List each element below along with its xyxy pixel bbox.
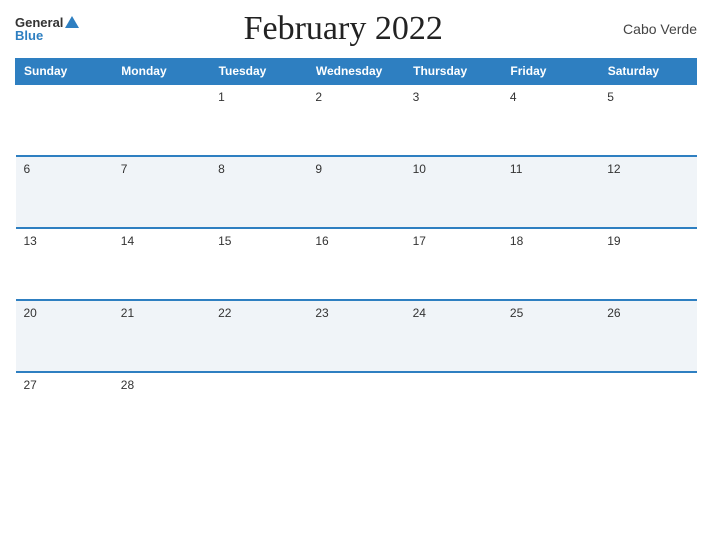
day-number: 2: [315, 90, 322, 104]
day-number: 20: [24, 306, 37, 320]
day-number: 17: [413, 234, 426, 248]
day-number: 9: [315, 162, 322, 176]
day-number: 28: [121, 378, 134, 392]
day-number: 13: [24, 234, 37, 248]
logo: General Blue: [15, 16, 79, 42]
calendar-day-11: 11: [502, 156, 599, 228]
day-number: 16: [315, 234, 328, 248]
calendar-day-6: 6: [16, 156, 113, 228]
calendar-empty-cell: [405, 372, 502, 444]
calendar-day-22: 22: [210, 300, 307, 372]
weekday-header-sunday: Sunday: [16, 59, 113, 85]
calendar-day-5: 5: [599, 84, 696, 156]
calendar-day-4: 4: [502, 84, 599, 156]
day-number: 1: [218, 90, 225, 104]
day-number: 11: [510, 162, 522, 176]
weekday-header-monday: Monday: [113, 59, 210, 85]
calendar-day-21: 21: [113, 300, 210, 372]
calendar-day-7: 7: [113, 156, 210, 228]
weekday-header-friday: Friday: [502, 59, 599, 85]
day-number: 7: [121, 162, 128, 176]
calendar-day-16: 16: [307, 228, 404, 300]
calendar-empty-cell: [307, 372, 404, 444]
logo-blue-text: Blue: [15, 29, 43, 42]
weekday-header-thursday: Thursday: [405, 59, 502, 85]
calendar-empty-cell: [16, 84, 113, 156]
month-title: February 2022: [79, 10, 607, 48]
logo-triangle-icon: [65, 16, 79, 28]
day-number: 25: [510, 306, 523, 320]
day-number: 18: [510, 234, 523, 248]
calendar-day-12: 12: [599, 156, 696, 228]
weekday-header-saturday: Saturday: [599, 59, 696, 85]
calendar-day-23: 23: [307, 300, 404, 372]
calendar-empty-cell: [599, 372, 696, 444]
calendar-day-13: 13: [16, 228, 113, 300]
day-number: 4: [510, 90, 517, 104]
day-number: 22: [218, 306, 231, 320]
calendar-day-17: 17: [405, 228, 502, 300]
calendar-week-row: 20 21 22 23 24 25 26: [16, 300, 697, 372]
calendar-week-row: 13 14 15 16 17 18 19: [16, 228, 697, 300]
day-number: 27: [24, 378, 37, 392]
day-number: 14: [121, 234, 134, 248]
calendar-day-14: 14: [113, 228, 210, 300]
calendar-day-25: 25: [502, 300, 599, 372]
calendar-day-8: 8: [210, 156, 307, 228]
calendar-day-3: 3: [405, 84, 502, 156]
calendar-day-20: 20: [16, 300, 113, 372]
day-number: 8: [218, 162, 225, 176]
calendar-week-row: 27 28: [16, 372, 697, 444]
calendar-container: General Blue February 2022 Cabo Verde Su…: [0, 0, 712, 550]
calendar-day-28: 28: [113, 372, 210, 444]
calendar-day-1: 1: [210, 84, 307, 156]
day-number: 3: [413, 90, 420, 104]
calendar-day-18: 18: [502, 228, 599, 300]
weekday-header-wednesday: Wednesday: [307, 59, 404, 85]
calendar-day-15: 15: [210, 228, 307, 300]
day-number: 6: [24, 162, 31, 176]
calendar-empty-cell: [210, 372, 307, 444]
calendar-day-19: 19: [599, 228, 696, 300]
calendar-week-row: 6 7 8 9 10 11 12: [16, 156, 697, 228]
weekday-header-row: SundayMondayTuesdayWednesdayThursdayFrid…: [16, 59, 697, 85]
calendar-day-24: 24: [405, 300, 502, 372]
day-number: 15: [218, 234, 231, 248]
day-number: 24: [413, 306, 426, 320]
calendar-day-26: 26: [599, 300, 696, 372]
day-number: 12: [607, 162, 620, 176]
calendar-week-row: 1 2 3 4 5: [16, 84, 697, 156]
day-number: 26: [607, 306, 620, 320]
calendar-day-9: 9: [307, 156, 404, 228]
calendar-grid: SundayMondayTuesdayWednesdayThursdayFrid…: [15, 58, 697, 444]
calendar-empty-cell: [502, 372, 599, 444]
calendar-header: General Blue February 2022 Cabo Verde: [15, 10, 697, 48]
day-number: 10: [413, 162, 426, 176]
day-number: 23: [315, 306, 328, 320]
day-number: 21: [121, 306, 134, 320]
calendar-day-10: 10: [405, 156, 502, 228]
day-number: 5: [607, 90, 614, 104]
calendar-empty-cell: [113, 84, 210, 156]
calendar-day-2: 2: [307, 84, 404, 156]
country-name: Cabo Verde: [607, 21, 697, 37]
day-number: 19: [607, 234, 620, 248]
calendar-day-27: 27: [16, 372, 113, 444]
weekday-header-tuesday: Tuesday: [210, 59, 307, 85]
